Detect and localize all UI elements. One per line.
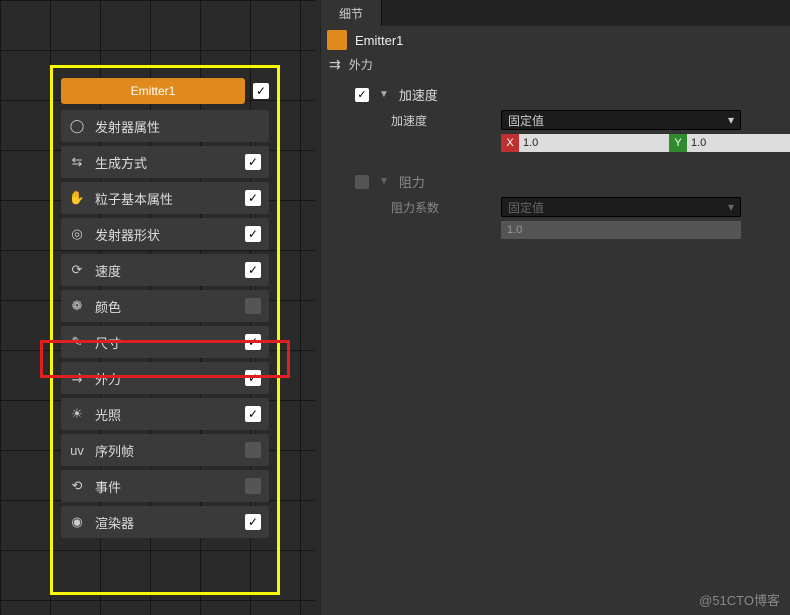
- breadcrumb: ⇉ 外力: [321, 54, 790, 75]
- module-icon: ⇉: [69, 370, 85, 386]
- module-icon: ◉: [69, 514, 85, 530]
- drag-enable-checkbox[interactable]: ✓: [355, 175, 369, 189]
- acceleration-field-label: 加速度: [391, 112, 501, 129]
- drag-field-label: 阻力系数: [391, 199, 501, 216]
- module-icon: ✎: [69, 334, 85, 350]
- module-row[interactable]: ✎ 尺寸 ✓: [61, 326, 269, 358]
- chevron-down-icon: ▾: [728, 200, 734, 214]
- module-row[interactable]: ❁ 颜色 ✓: [61, 290, 269, 322]
- module-enable-checkbox[interactable]: ✓: [245, 406, 261, 422]
- module-enable-checkbox[interactable]: ✓: [245, 370, 261, 386]
- object-name: Emitter1: [355, 33, 403, 48]
- module-row[interactable]: ◉ 渲染器 ✓: [61, 506, 269, 538]
- module-row[interactable]: ◎ 发射器形状 ✓: [61, 218, 269, 250]
- module-label: 颜色: [95, 297, 237, 316]
- module-label: 发射器属性: [95, 117, 261, 136]
- module-row[interactable]: ⟳ 速度 ✓: [61, 254, 269, 286]
- module-label: 生成方式: [95, 153, 237, 172]
- module-enable-checkbox[interactable]: ✓: [245, 226, 261, 242]
- acceleration-y-input[interactable]: [687, 134, 790, 152]
- module-icon: ⇆: [69, 154, 85, 170]
- module-icon: ☀: [69, 406, 85, 422]
- drag-section: ✓ ▼ 阻力 阻力系数 固定值 ▾: [321, 162, 790, 249]
- breadcrumb-label: 外力: [349, 56, 373, 73]
- x-label-icon: X: [501, 134, 519, 152]
- emitter-module-panel: Emitter1 ✓ ◯ 发射器属性 ⇆ 生成方式 ✓ ✋ 粒子基本属性 ✓ ◎ 发射器形状 ✓ ⟳ 速…: [50, 65, 280, 595]
- module-icon: ◎: [69, 226, 85, 242]
- acceleration-x-input[interactable]: [519, 134, 669, 152]
- acceleration-vector: X Y Z: [501, 134, 741, 152]
- object-swatch-icon: [327, 30, 347, 50]
- acceleration-enable-checkbox[interactable]: ✓: [355, 88, 369, 102]
- tab-bar: 细节: [321, 0, 790, 26]
- object-header[interactable]: Emitter1: [321, 26, 790, 54]
- drag-mode-dropdown[interactable]: 固定值 ▾: [501, 197, 741, 217]
- acceleration-section: ✓ ▼ 加速度 加速度 固定值 ▾ X Y: [321, 75, 790, 162]
- emitter-title[interactable]: Emitter1: [61, 78, 245, 104]
- module-enable-checkbox[interactable]: ✓: [245, 442, 261, 458]
- module-row[interactable]: ◯ 发射器属性: [61, 110, 269, 142]
- module-enable-checkbox[interactable]: ✓: [245, 334, 261, 350]
- module-label: 事件: [95, 477, 237, 496]
- module-label: 光照: [95, 405, 237, 424]
- module-icon: ⟲: [69, 478, 85, 494]
- tab-details[interactable]: 细节: [321, 0, 382, 26]
- module-enable-checkbox[interactable]: ✓: [245, 478, 261, 494]
- module-icon: uv: [69, 442, 85, 458]
- drag-title: 阻力: [399, 172, 425, 191]
- chevron-down-icon[interactable]: ▼: [379, 176, 389, 187]
- watermark: @51CTO博客: [699, 590, 780, 609]
- module-enable-checkbox[interactable]: ✓: [245, 298, 261, 314]
- module-label: 外力: [95, 369, 237, 388]
- acceleration-title: 加速度: [399, 85, 438, 104]
- chevron-down-icon: ▾: [728, 113, 734, 127]
- details-panel: 细节 Emitter1 ⇉ 外力 ✓ ▼ 加速度 加速度 固定值 ▾ X: [320, 0, 790, 615]
- emitter-header[interactable]: Emitter1 ✓: [61, 76, 269, 106]
- y-label-icon: Y: [669, 134, 687, 152]
- module-enable-checkbox[interactable]: ✓: [245, 514, 261, 530]
- forces-icon: ⇉: [329, 56, 341, 73]
- module-enable-checkbox[interactable]: ✓: [245, 262, 261, 278]
- module-row[interactable]: ☀ 光照 ✓: [61, 398, 269, 430]
- module-row[interactable]: uv 序列帧 ✓: [61, 434, 269, 466]
- module-row[interactable]: ⇆ 生成方式 ✓: [61, 146, 269, 178]
- module-label: 发射器形状: [95, 225, 237, 244]
- acceleration-mode-dropdown[interactable]: 固定值 ▾: [501, 110, 741, 130]
- module-row[interactable]: ✋ 粒子基本属性 ✓: [61, 182, 269, 214]
- module-icon: ✋: [69, 190, 85, 206]
- module-label: 序列帧: [95, 441, 237, 460]
- module-icon: ◯: [69, 118, 85, 134]
- module-label: 速度: [95, 261, 237, 280]
- module-label: 粒子基本属性: [95, 189, 237, 208]
- module-icon: ⟳: [69, 262, 85, 278]
- module-enable-checkbox[interactable]: ✓: [245, 154, 261, 170]
- drag-value-input[interactable]: [501, 221, 741, 239]
- module-label: 尺寸: [95, 333, 237, 352]
- dropdown-value: 固定值: [508, 112, 544, 129]
- module-enable-checkbox[interactable]: ✓: [245, 190, 261, 206]
- emitter-enable-checkbox[interactable]: ✓: [253, 83, 269, 99]
- module-icon: ❁: [69, 298, 85, 314]
- module-row[interactable]: ⟲ 事件 ✓: [61, 470, 269, 502]
- module-row[interactable]: ⇉ 外力 ✓: [61, 362, 269, 394]
- chevron-down-icon[interactable]: ▼: [379, 89, 389, 100]
- module-label: 渲染器: [95, 513, 237, 532]
- dropdown-value: 固定值: [508, 199, 544, 216]
